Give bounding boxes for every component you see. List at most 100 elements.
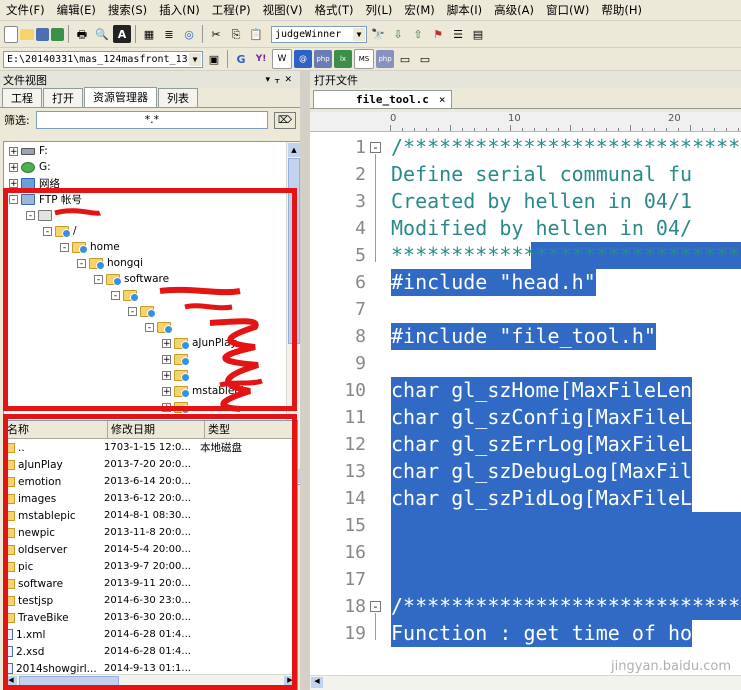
find-next-icon[interactable]: ⇩ xyxy=(389,25,407,43)
macro-combo[interactable]: judgeWinner ▼ xyxy=(271,25,367,43)
expand-icon[interactable]: + xyxy=(162,370,171,380)
scroll-thumb[interactable] xyxy=(19,676,119,687)
code-line[interactable]: /********************************* xyxy=(391,134,741,161)
filter-input[interactable]: *.* xyxy=(35,111,268,129)
collapse-icon[interactable]: - xyxy=(43,226,52,236)
tree-node[interactable]: - hongqi xyxy=(77,255,143,271)
php-net-icon[interactable]: php xyxy=(376,50,394,68)
panel-tab[interactable]: 列表 xyxy=(158,88,198,107)
menu-item[interactable]: 视图(V) xyxy=(257,2,309,18)
filter-apply-icon[interactable]: ⌦ xyxy=(274,111,296,129)
list-item[interactable]: newpic 2013-11-8 20:0... xyxy=(4,524,297,541)
code-line[interactable]: Modified by hellen in 04/ xyxy=(391,215,692,242)
google-icon[interactable]: G xyxy=(232,50,250,68)
close-icon[interactable]: ✕ xyxy=(284,75,297,85)
tree-node[interactable]: + F: xyxy=(9,143,48,159)
list-item[interactable]: .. 1703-1-15 12:0... 本地磁盘 xyxy=(4,439,297,456)
fold-toggle-icon[interactable]: - xyxy=(370,142,381,153)
expand-icon[interactable]: + xyxy=(162,338,171,348)
collapse-icon[interactable]: - xyxy=(60,242,69,252)
code-line[interactable]: Created by hellen in 04/1 xyxy=(391,188,692,215)
ms-icon[interactable]: MS xyxy=(354,49,374,69)
code-line[interactable]: Define serial communal fu xyxy=(391,161,692,188)
code-line[interactable]: char gl_szDebugLog[MaxFil xyxy=(391,458,693,485)
chevron-down-icon[interactable]: ▼ xyxy=(353,27,365,41)
scroll-thumb[interactable] xyxy=(288,158,300,344)
tree-node[interactable]: - FTP 帐号 xyxy=(9,191,82,207)
code-line[interactable] xyxy=(391,512,741,539)
wikipedia-icon[interactable]: W xyxy=(272,49,292,69)
scroll-right-icon[interactable]: ▶ xyxy=(284,676,296,687)
tree-node[interactable]: + aJunPlay xyxy=(162,335,237,351)
menu-item[interactable]: 搜索(S) xyxy=(102,2,153,18)
cut-icon[interactable]: ✂ xyxy=(207,25,225,43)
pin-dropdown-icon[interactable]: ▾ xyxy=(265,75,275,85)
expand-icon[interactable]: + xyxy=(162,402,171,412)
collapse-icon[interactable]: - xyxy=(145,322,154,332)
list-item[interactable]: aJunPlay 2013-7-20 20:0... xyxy=(4,456,297,473)
code-line[interactable]: char gl_szConfig[MaxFileL xyxy=(391,404,693,431)
code-editor[interactable]: ◀ jingyan.baidu.com 1-/*****************… xyxy=(310,132,741,690)
column-mode-icon[interactable]: ▦ xyxy=(140,25,158,43)
scroll-up-icon[interactable]: ▲ xyxy=(288,143,300,157)
fold-toggle-icon[interactable]: - xyxy=(370,601,381,612)
panel-tab[interactable]: 资源管理器 xyxy=(84,87,157,107)
menu-item[interactable]: 高级(A) xyxy=(488,2,540,18)
panel-splitter[interactable] xyxy=(300,71,310,690)
list-item[interactable]: emotion 2013-6-14 20:0... xyxy=(4,473,297,490)
expand-icon[interactable]: + xyxy=(9,146,18,156)
code-line[interactable]: #include "head.h" xyxy=(391,269,596,296)
code-line[interactable]: char gl_szErrLog[MaxFileL xyxy=(391,431,693,458)
print-preview-icon[interactable]: 🔍 xyxy=(93,25,111,43)
menu-item[interactable]: 列(L) xyxy=(359,2,398,18)
panel-tab[interactable]: 打开 xyxy=(43,88,83,107)
web-icon[interactable]: ▭ xyxy=(396,50,414,68)
list-item[interactable]: software 2013-9-11 20:0... xyxy=(4,575,297,592)
expand-icon[interactable]: + xyxy=(162,354,171,364)
php-icon[interactable]: php xyxy=(314,50,332,68)
tree-node[interactable]: + xyxy=(162,367,232,383)
expand-icon[interactable]: + xyxy=(162,386,171,396)
menu-item[interactable]: 宏(M) xyxy=(398,2,440,18)
settings-icon[interactable]: ▤ xyxy=(469,25,487,43)
list-item[interactable]: TraveBike 2013-6-30 20:0... xyxy=(4,609,297,626)
list-item[interactable]: images 2013-6-12 20:0... xyxy=(4,490,297,507)
col-type-header[interactable]: 类型 xyxy=(205,421,288,438)
menu-item[interactable]: 文件(F) xyxy=(0,2,51,18)
menu-item[interactable]: 窗口(W) xyxy=(540,2,595,18)
word-wrap-icon[interactable]: ≣ xyxy=(160,25,178,43)
list-item[interactable]: mstablepic 2014-8-1 08:30... xyxy=(4,507,297,524)
scroll-left-icon[interactable]: ◀ xyxy=(5,676,17,687)
code-line[interactable] xyxy=(391,566,741,593)
font-icon[interactable]: A xyxy=(113,25,131,43)
chevron-down-icon[interactable]: ▼ xyxy=(189,52,201,66)
file-tab[interactable]: file_tool.c × xyxy=(313,90,453,108)
tree-node[interactable]: - xyxy=(111,287,181,303)
tree-node[interactable]: - xyxy=(26,207,96,223)
tree-node[interactable]: + 网络 xyxy=(9,175,60,191)
tree-node[interactable]: - xyxy=(128,303,198,319)
new-file-icon[interactable] xyxy=(4,25,18,43)
browser-icon[interactable]: ◎ xyxy=(180,25,198,43)
menu-item[interactable]: 格式(T) xyxy=(308,2,359,18)
save-icon[interactable] xyxy=(36,27,49,41)
tree-node[interactable]: + G: xyxy=(9,159,51,175)
print-icon[interactable]: 🖶 xyxy=(73,25,91,43)
code-line[interactable]: char gl_szHome[MaxFileLen xyxy=(391,377,693,404)
menu-item[interactable]: 插入(N) xyxy=(153,2,206,18)
collapse-icon[interactable]: - xyxy=(26,210,35,220)
copy-icon[interactable]: ⎘ xyxy=(227,25,245,43)
list-item[interactable]: 2.xsd 2014-6-28 01:4... xyxy=(4,643,297,660)
tree-node[interactable]: + xyxy=(162,351,232,367)
path-combo[interactable]: E:\20140331\mas_124masfront_13 ▼ xyxy=(3,50,203,68)
tree-node[interactable]: - software xyxy=(94,271,169,287)
save-all-icon[interactable] xyxy=(51,27,64,41)
close-tab-icon[interactable]: × xyxy=(439,93,446,106)
code-line[interactable]: #include "file_tool.h" xyxy=(391,323,656,350)
bookmark-icon[interactable]: ⚑ xyxy=(429,25,447,43)
collapse-icon[interactable]: - xyxy=(94,274,103,284)
list-hscroll[interactable]: ◀ ▶ xyxy=(4,674,297,689)
expand-icon[interactable]: + xyxy=(9,162,18,172)
menu-item[interactable]: 工程(P) xyxy=(206,2,257,18)
editor-hscroll[interactable]: ◀ xyxy=(310,675,741,690)
